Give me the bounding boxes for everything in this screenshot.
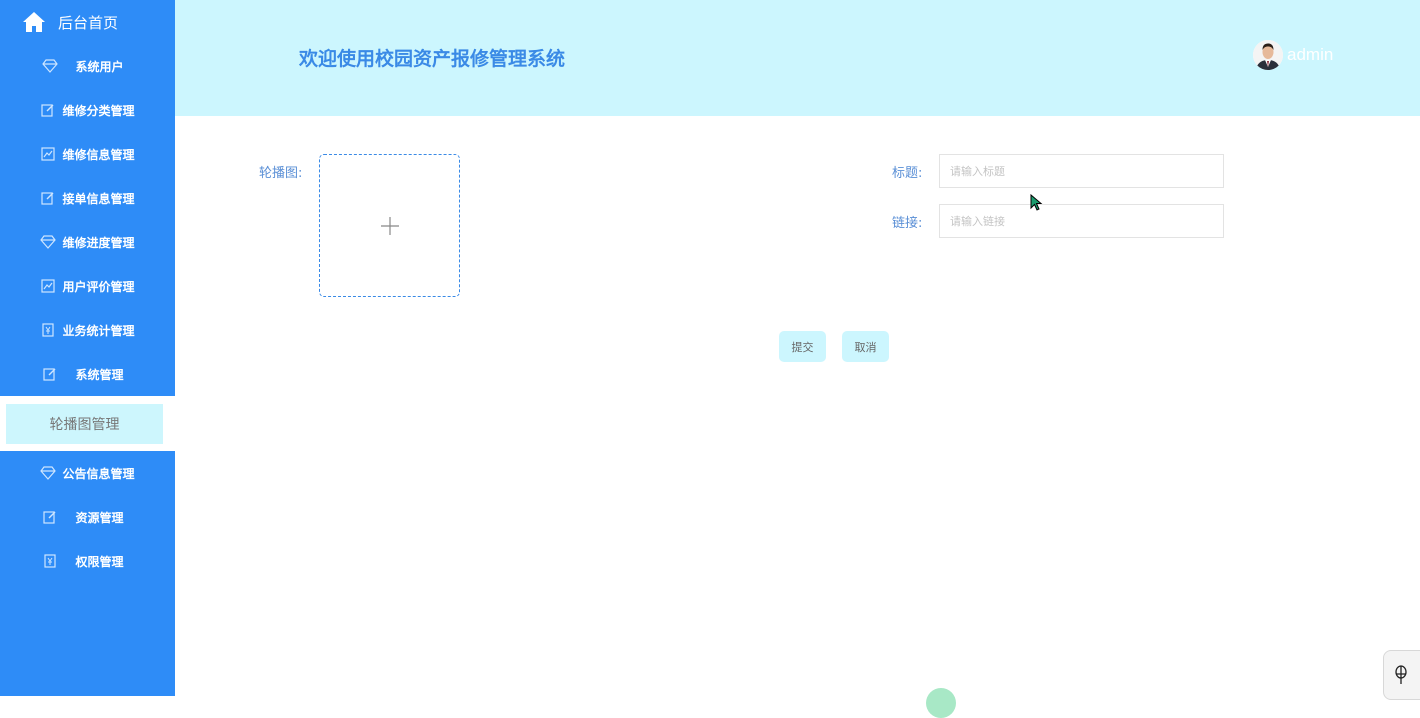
link-input[interactable]	[939, 204, 1224, 238]
plus-icon	[380, 216, 399, 235]
sidebar: 后台首页 系统用户 维修分类管理 维修信息管理 接单信息管理 维修进度管理 用户…	[0, 0, 175, 696]
sidebar-item-label: 维修信息管理	[62, 147, 135, 162]
submit-button[interactable]: 提交	[779, 331, 826, 362]
username: admin	[1287, 45, 1334, 64]
sidebar-item-label: 系统用户	[75, 59, 124, 74]
edit-icon	[40, 190, 56, 206]
sidebar-item-user-reviews[interactable]: 用户评价管理	[0, 264, 175, 308]
edit-icon	[42, 509, 58, 525]
title-label: 标题:	[892, 166, 923, 181]
sidebar-item-permissions[interactable]: 权限管理	[0, 539, 175, 583]
diamond-icon	[41, 58, 58, 74]
sidebar-item-label: 系统管理	[75, 367, 124, 382]
title-input[interactable]	[939, 154, 1224, 188]
sidebar-item-system-users[interactable]: 系统用户	[0, 44, 175, 88]
home-label: 后台首页	[58, 13, 119, 32]
sidebar-item-system-management[interactable]: 系统管理	[0, 352, 175, 396]
edit-icon	[42, 366, 58, 382]
sidebar-item-repair-progress[interactable]: 维修进度管理	[0, 220, 175, 264]
cancel-button[interactable]: 取消	[842, 331, 889, 362]
header: 欢迎使用校园资产报修管理系统 admin	[175, 0, 1420, 116]
floating-assistant-icon[interactable]	[926, 688, 956, 718]
sidebar-item-repair-category[interactable]: 维修分类管理	[0, 88, 175, 132]
avatar	[1253, 40, 1283, 70]
page-title: 欢迎使用校园资产报修管理系统	[299, 48, 566, 70]
ticket-icon	[40, 322, 56, 338]
sidebar-item-label: 接单信息管理	[62, 191, 135, 206]
sidebar-item-label: 资源管理	[75, 510, 124, 525]
diamond-icon	[40, 234, 57, 250]
user-menu[interactable]: admin	[1253, 40, 1333, 70]
sidebar-item-label: 业务统计管理	[62, 323, 135, 338]
diamond-icon	[40, 465, 57, 481]
mouse-cursor-icon	[1030, 193, 1044, 216]
chart-icon	[40, 278, 56, 294]
link-label: 链接:	[892, 216, 923, 231]
sidebar-active-container: 轮播图管理	[0, 396, 175, 451]
sidebar-item-carousel[interactable]: 轮播图管理	[6, 403, 163, 444]
pin-icon	[1395, 665, 1407, 684]
sidebar-item-label: 公告信息管理	[62, 466, 135, 481]
pin-widget[interactable]	[1383, 650, 1420, 700]
carousel-label: 轮播图:	[259, 166, 303, 181]
image-uploader[interactable]	[319, 154, 460, 297]
sidebar-item-label: 轮播图管理	[49, 416, 120, 433]
home-link[interactable]: 后台首页	[0, 0, 175, 44]
edit-icon	[40, 102, 56, 118]
sidebar-item-label: 用户评价管理	[62, 279, 135, 294]
sidebar-item-label: 权限管理	[75, 554, 124, 569]
sidebar-item-label: 维修分类管理	[62, 103, 135, 118]
sidebar-item-business-stats[interactable]: 业务统计管理	[0, 308, 175, 352]
chart-icon	[40, 146, 56, 162]
sidebar-item-resources[interactable]: 资源管理	[0, 495, 175, 539]
sidebar-item-repair-info[interactable]: 维修信息管理	[0, 132, 175, 176]
sidebar-item-label: 维修进度管理	[62, 235, 135, 250]
sidebar-item-order-info[interactable]: 接单信息管理	[0, 176, 175, 220]
sidebar-item-announcements[interactable]: 公告信息管理	[0, 451, 175, 495]
home-icon	[23, 12, 45, 32]
ticket-icon	[42, 553, 58, 569]
